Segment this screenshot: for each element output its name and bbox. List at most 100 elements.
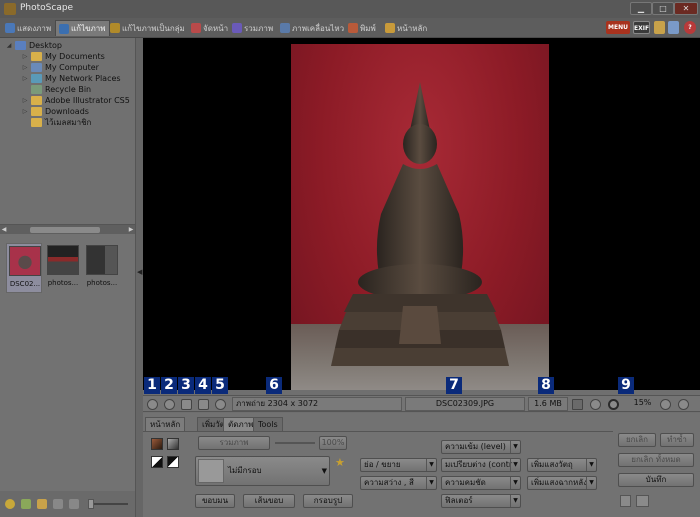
tree-item-label: Adobe Illustrator CS5 (45, 96, 130, 105)
level-label: ความเข้ม (level) (445, 442, 506, 451)
rotate-right-icon[interactable] (164, 399, 175, 410)
undo-button[interactable]: ยกเลิก (618, 433, 656, 447)
zoom-actual-icon[interactable] (608, 399, 619, 410)
favorite-star-icon[interactable]: ★ (335, 456, 345, 469)
filter-dropdown[interactable]: ฟิลเตอร์ ▼ (441, 494, 521, 508)
collapse-arrow-icon[interactable]: ◢ (6, 42, 12, 49)
invert-swatch-icon[interactable] (167, 456, 179, 468)
panel-splitter[interactable]: ◀ (135, 38, 143, 517)
forward-arrow-icon[interactable] (69, 499, 79, 509)
splitter-grip-icon[interactable]: ◀ (137, 268, 142, 282)
color-swatch-icon[interactable] (151, 438, 163, 450)
home-icon (385, 23, 395, 33)
scroll-right-icon[interactable]: ▶ (127, 225, 135, 235)
brightness-color-dropdown[interactable]: ความสว่าง , สี ▼ (360, 476, 437, 490)
annotation-badge-7: 7 (446, 377, 462, 394)
frame-button[interactable]: กรอบรูป (303, 494, 353, 508)
thumbnail-item[interactable]: photos... (45, 243, 81, 293)
tree-item-desktop[interactable]: ◢ Desktop (6, 40, 62, 51)
lower-tab-tools[interactable]: Tools (253, 417, 283, 431)
scroll-thumb[interactable] (30, 227, 100, 233)
background-light-dropdown[interactable]: เพิ่มแสงฉากหลัง ▼ (527, 476, 597, 490)
annotation-badge-6: 6 (266, 377, 282, 394)
viewer-icon (5, 23, 15, 33)
round-slider[interactable] (275, 442, 315, 444)
close-button[interactable]: ✕ (674, 2, 698, 15)
border-line-button[interactable]: เส้นขอบ (243, 494, 295, 508)
expand-arrow-icon[interactable]: ▷ (22, 108, 28, 115)
folder-icon (31, 107, 42, 116)
percent-field[interactable]: 100% (319, 436, 347, 450)
tree-item-member-mail[interactable]: ไว้เมลสมาชิก (22, 117, 91, 128)
chevron-down-icon: ▼ (586, 459, 596, 471)
sharpen-dropdown[interactable]: ความคมชัด ▼ (441, 476, 521, 490)
thumbnail-item[interactable]: photos... (84, 243, 120, 293)
undo-all-button[interactable]: ยกเลิก ทั้งหมด (618, 453, 694, 467)
tree-item-adobe-illustrator[interactable]: ▷ Adobe Illustrator CS5 (22, 95, 130, 106)
round-border-button[interactable]: ขอบมน (195, 494, 235, 508)
left-panel: ◢ Desktop ▷ My Documents ▷ My Computer ▷… (0, 38, 135, 517)
auto-rotate-icon[interactable] (215, 399, 226, 410)
background-light-label: เพิ่มแสงฉากหลัง (531, 478, 588, 487)
rotate-left-icon[interactable] (147, 399, 158, 410)
help-icon[interactable]: ? (684, 21, 696, 34)
tab-editor[interactable]: แก้ไขภาพ (55, 20, 110, 36)
minimize-button[interactable]: ▁ (630, 2, 652, 15)
folder-icon[interactable] (37, 499, 47, 509)
zoom-fit-icon[interactable] (590, 399, 601, 410)
image-canvas[interactable] (143, 38, 700, 390)
back-arrow-icon[interactable] (53, 499, 63, 509)
expand-arrow-icon[interactable]: ▷ (22, 53, 28, 60)
tab-label: แสดงภาพ (17, 23, 52, 33)
menu-button[interactable]: MENU (606, 21, 630, 34)
tree-item-label: ไว้เมลสมาชิก (45, 118, 92, 127)
bw-swatch-icon[interactable] (151, 456, 163, 468)
expand-arrow-icon[interactable]: ▷ (22, 64, 28, 71)
page-icon (191, 23, 201, 33)
lower-tab-home[interactable]: หน้าหลัก (145, 417, 186, 431)
tab-print[interactable]: พิมพ์ (345, 20, 379, 36)
tree-horizontal-scrollbar[interactable]: ◀ ▶ (0, 224, 135, 234)
flip-horizontal-icon[interactable] (181, 399, 192, 410)
tree-item-my-computer[interactable]: ▷ My Computer (22, 62, 99, 73)
maximize-button[interactable]: □ (652, 2, 674, 15)
tab-page[interactable]: จัดหน้า (188, 20, 231, 36)
resize-dropdown[interactable]: ย่อ / ขยาย ▼ (360, 458, 437, 472)
new-document-icon[interactable] (620, 495, 631, 507)
flip-vertical-icon[interactable] (198, 399, 209, 410)
refresh-icon[interactable] (21, 499, 31, 509)
contrast-dropdown[interactable]: มเปรียบต่าง (contr ▼ (441, 458, 521, 472)
print-icon[interactable] (636, 495, 649, 507)
tab-viewer[interactable]: แสดงภาพ (2, 20, 54, 36)
window-icon[interactable] (668, 21, 679, 34)
star-icon[interactable] (5, 499, 15, 509)
save-button[interactable]: บันทึก (618, 473, 694, 487)
folder-icon (31, 96, 42, 105)
slider-knob[interactable] (88, 499, 94, 509)
tab-animated-gif[interactable]: ภาพเคลื่อนไหว (277, 20, 347, 36)
redo-button[interactable]: ทำซ้ำ (660, 433, 694, 447)
thumbnail-item[interactable]: DSC02... (6, 243, 42, 293)
tree-item-recycle-bin[interactable]: Recycle Bin (22, 84, 91, 95)
folder-icon[interactable] (654, 21, 665, 34)
level-dropdown[interactable]: ความเข้ม (level) ▼ (441, 440, 521, 454)
exif-button[interactable]: EXIF (633, 21, 650, 34)
tab-home[interactable]: หน้าหลัก (382, 20, 430, 36)
frame-select[interactable]: ไม่มีกรอบ ▼ (195, 456, 330, 486)
zoom-in-icon[interactable] (660, 399, 671, 410)
tab-combine[interactable]: รวมภาพ (229, 20, 276, 36)
expand-arrow-icon[interactable]: ▷ (22, 97, 28, 104)
expand-arrow-icon[interactable]: ▷ (22, 75, 28, 82)
backlight-dropdown[interactable]: เพิ่มแสงวัตถุ ▼ (527, 458, 597, 472)
scroll-left-icon[interactable]: ◀ (0, 225, 8, 235)
tab-batch-editor[interactable]: แก้ไขภาพเป็นกลุ่ม (107, 20, 188, 36)
round-corner-button[interactable]: รวมภาพ (198, 436, 270, 450)
chevron-down-icon: ▼ (510, 441, 520, 453)
gray-swatch-icon[interactable] (167, 438, 179, 450)
thumbnail-size-slider[interactable] (88, 499, 128, 509)
annotation-badge-8: 8 (538, 377, 554, 394)
zoom-out-icon[interactable] (678, 399, 689, 410)
tree-item-network[interactable]: ▷ My Network Places (22, 73, 121, 84)
tree-item-my-documents[interactable]: ▷ My Documents (22, 51, 105, 62)
transparency-grid-icon[interactable] (572, 399, 583, 410)
